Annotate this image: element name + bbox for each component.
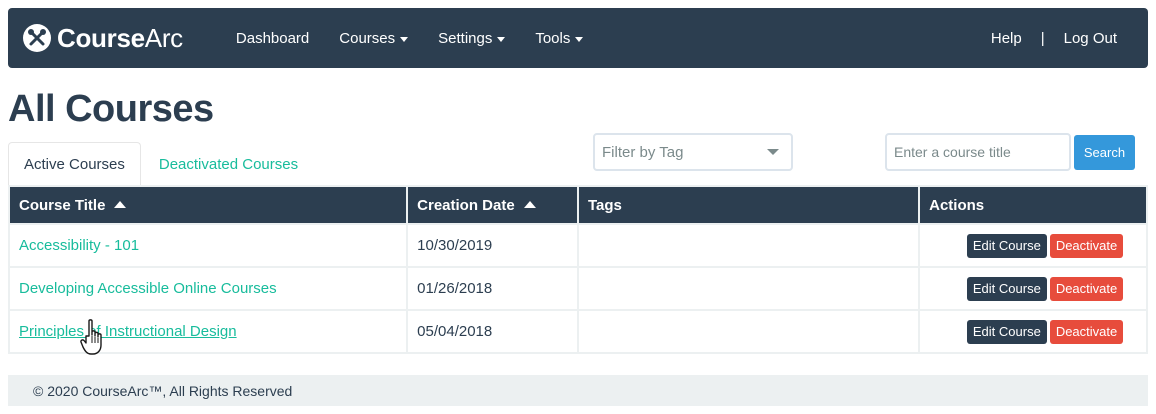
nav-label: Courses [339, 29, 396, 47]
header-creation-date[interactable]: Creation Date [406, 185, 579, 225]
creation-date-cell: 10/30/2019 [406, 223, 579, 268]
table-row: Developing Accessible Online Courses 01/… [7, 266, 1148, 311]
course-link[interactable]: Developing Accessible Online Courses [19, 280, 277, 297]
sort-ascending-icon [523, 200, 536, 208]
course-link[interactable]: Principles of Instructional Design [19, 323, 237, 340]
creation-date-cell: 01/26/2018 [406, 266, 579, 311]
tab-active-courses[interactable]: Active Courses [8, 142, 141, 186]
help-link[interactable]: Help [976, 8, 1037, 68]
course-tabs: Active Courses Deactivated Courses [8, 142, 313, 186]
nav-item-dashboard[interactable]: Dashboard [221, 8, 324, 68]
nav-item-settings[interactable]: Settings [423, 8, 520, 68]
copyright-text: © 2020 CourseArc™, All Rights Reserved [33, 382, 293, 399]
logout-link[interactable]: Log Out [1049, 8, 1132, 68]
brand-name: CourseArc [57, 22, 183, 53]
edit-course-button[interactable]: Edit Course [966, 276, 1047, 301]
actions-cell: Edit Course Deactivate [918, 223, 1148, 268]
nav-label: Tools [535, 29, 571, 47]
caret-down-icon [497, 36, 506, 42]
header-label: Creation Date [417, 196, 515, 214]
main-nav: Dashboard Courses Settings Tools [221, 8, 598, 68]
chevron-down-icon [767, 149, 779, 155]
row-actions: Edit Course Deactivate [953, 233, 1137, 258]
course-title-cell: Accessibility - 101 [7, 223, 409, 268]
header-label: Course Title [19, 196, 106, 214]
top-navbar: CourseArc Dashboard Courses Settings Too… [8, 8, 1148, 68]
header-label: Tags [587, 196, 622, 214]
course-title-cell: Developing Accessible Online Courses [7, 266, 409, 311]
row-actions: Edit Course Deactivate [953, 319, 1137, 344]
tag-filter-select[interactable]: Filter by Tag [593, 133, 793, 171]
sort-ascending-icon [114, 200, 127, 208]
header-actions: Actions [918, 185, 1148, 225]
caret-down-icon [400, 36, 409, 42]
nav-item-courses[interactable]: Courses [324, 8, 423, 68]
nav-separator: | [1040, 29, 1045, 47]
nav-label: Settings [438, 29, 493, 47]
user-nav: Help | Log Out [976, 8, 1132, 68]
brand[interactable]: CourseArc [23, 8, 183, 68]
creation-date-cell: 05/04/2018 [406, 309, 579, 354]
actions-cell: Edit Course Deactivate [918, 266, 1148, 311]
table-row: Principles of Instructional Design 05/04… [7, 309, 1148, 354]
caret-down-icon [575, 36, 584, 42]
course-title-cell: Principles of Instructional Design [7, 309, 409, 354]
edit-course-button[interactable]: Edit Course [966, 233, 1047, 258]
tags-cell [576, 266, 921, 311]
row-actions: Edit Course Deactivate [953, 276, 1137, 301]
header-course-title[interactable]: Course Title [7, 185, 409, 225]
course-link[interactable]: Accessibility - 101 [19, 237, 139, 254]
course-search-input[interactable] [885, 133, 1071, 171]
filter-placeholder: Filter by Tag [602, 143, 684, 161]
tab-deactivated-courses[interactable]: Deactivated Courses [144, 142, 313, 186]
edit-course-button[interactable]: Edit Course [966, 319, 1047, 344]
table-row: Accessibility - 101 10/30/2019 Edit Cour… [7, 223, 1148, 268]
nav-item-tools[interactable]: Tools [520, 8, 598, 68]
nav-label: Dashboard [235, 29, 310, 47]
deactivate-button[interactable]: Deactivate [1049, 319, 1124, 344]
header-label: Actions [929, 196, 985, 214]
header-tags: Tags [576, 185, 921, 225]
coursearc-logo-icon [23, 24, 51, 52]
page-title: All Courses [8, 88, 214, 130]
tags-cell [576, 223, 921, 268]
courses-table: Course Title Creation Date Tags Actions … [7, 185, 1148, 354]
search-button[interactable]: Search [1074, 135, 1135, 170]
deactivate-button[interactable]: Deactivate [1049, 276, 1124, 301]
table-header-row: Course Title Creation Date Tags Actions [7, 185, 1148, 225]
deactivate-button[interactable]: Deactivate [1049, 233, 1124, 258]
tags-cell [576, 309, 921, 354]
actions-cell: Edit Course Deactivate [918, 309, 1148, 354]
page-footer: © 2020 CourseArc™, All Rights Reserved [8, 375, 1148, 406]
